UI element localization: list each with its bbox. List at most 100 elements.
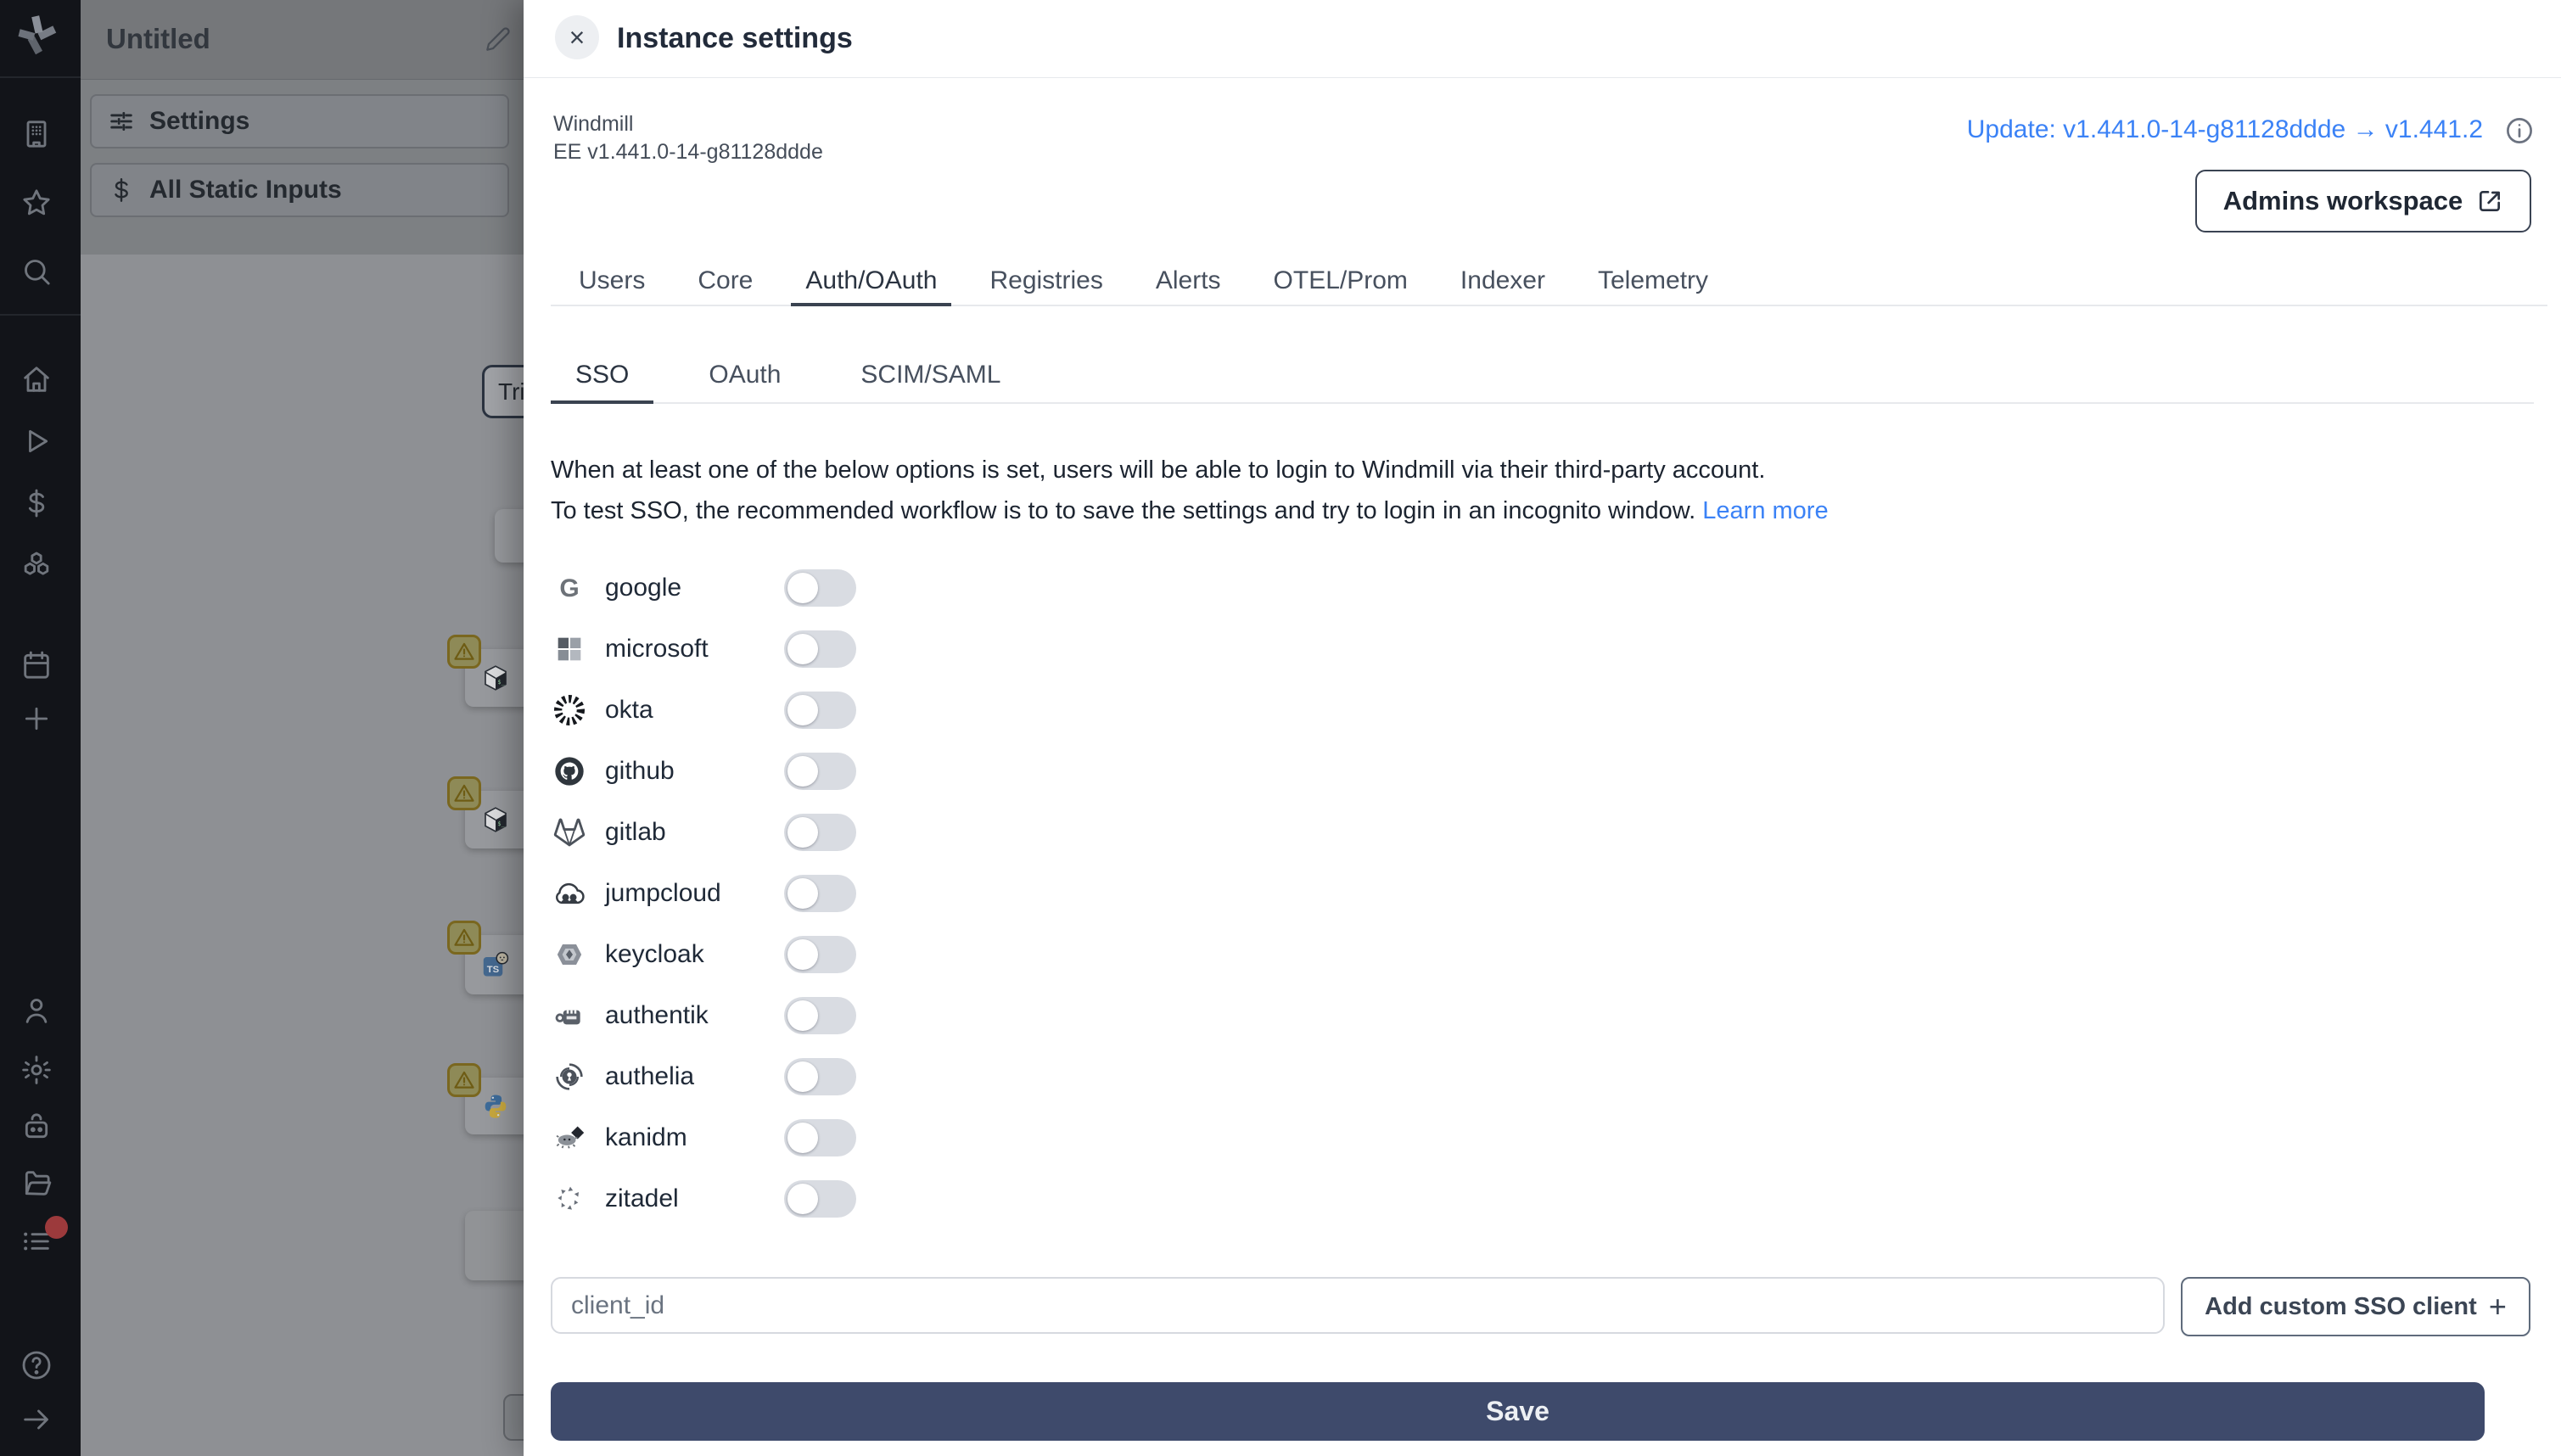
dollar-icon[interactable] bbox=[20, 486, 53, 520]
flow-header: Untitled bbox=[81, 0, 524, 80]
flow-menu: Settings All Static Inputs bbox=[81, 80, 524, 255]
gitlab-label: gitlab bbox=[605, 818, 666, 846]
sliders-icon bbox=[107, 107, 136, 136]
jumpcloud-toggle[interactable] bbox=[784, 875, 856, 912]
microsoft-toggle[interactable] bbox=[784, 630, 856, 668]
app-name: Windmill bbox=[553, 112, 634, 136]
authelia-toggle[interactable] bbox=[784, 1058, 856, 1095]
keycloak-icon bbox=[551, 936, 588, 973]
toggle-knob bbox=[787, 1123, 818, 1153]
toggle-knob bbox=[787, 695, 818, 725]
dollar-icon bbox=[107, 176, 136, 204]
flow-node-card[interactable] bbox=[465, 1211, 524, 1280]
help-icon[interactable] bbox=[20, 1348, 53, 1382]
flow-trigger-button[interactable]: Trigg bbox=[482, 365, 524, 418]
plus-icon: + bbox=[2488, 1289, 2507, 1324]
okta-toggle[interactable] bbox=[784, 692, 856, 729]
kanidm-toggle[interactable] bbox=[784, 1119, 856, 1156]
edition-version: EE v1.441.0-14-g81128ddde bbox=[553, 140, 823, 164]
sso-provider-row: zitadel bbox=[551, 1168, 1484, 1229]
all-static-inputs-button[interactable]: All Static Inputs bbox=[90, 163, 509, 217]
toggle-knob bbox=[787, 939, 818, 970]
microsoft-label: microsoft bbox=[605, 635, 709, 663]
github-toggle[interactable] bbox=[784, 753, 856, 790]
keycloak-toggle[interactable] bbox=[784, 936, 856, 973]
settings-tabs: Users Core Auth/OAuth Registries Alerts OTEL/… bbox=[551, 259, 2547, 306]
home-icon[interactable] bbox=[20, 362, 53, 396]
robot-icon[interactable] bbox=[20, 1110, 53, 1144]
tab-telemetry[interactable]: Telemetry bbox=[1583, 259, 1723, 306]
gear-icon[interactable] bbox=[20, 1053, 53, 1087]
windmill-logo-icon bbox=[12, 10, 61, 59]
learn-more-link[interactable]: Learn more bbox=[1702, 497, 1828, 524]
google-toggle[interactable] bbox=[784, 569, 856, 607]
calendar-icon[interactable] bbox=[20, 648, 53, 682]
version-block: Windmill EE v1.441.0-14-g81128ddde bbox=[553, 110, 823, 166]
subtab-sso[interactable]: SSO bbox=[551, 350, 654, 404]
sso-provider-row: kanidm bbox=[551, 1107, 1484, 1168]
search-icon[interactable] bbox=[20, 255, 53, 288]
keycloak-label: keycloak bbox=[605, 940, 704, 968]
github-label: github bbox=[605, 757, 675, 785]
authentik-toggle[interactable] bbox=[784, 997, 856, 1034]
edit-title-pencil-icon[interactable] bbox=[485, 25, 512, 53]
collapse-flow-button[interactable] bbox=[503, 1394, 524, 1441]
play-icon[interactable] bbox=[20, 424, 53, 458]
info-icon[interactable] bbox=[2503, 115, 2536, 147]
close-icon[interactable]: × bbox=[555, 15, 599, 59]
flow-editor-panel: Untitled Settings All Static Inputs Trig… bbox=[81, 0, 524, 1456]
jumpcloud-icon bbox=[551, 875, 588, 912]
cubes-icon[interactable] bbox=[20, 548, 53, 582]
svg-text:$_: $_ bbox=[497, 820, 505, 827]
add-custom-sso-client-button[interactable]: Add custom SSO client + bbox=[2181, 1277, 2530, 1336]
toggle-knob bbox=[787, 756, 818, 787]
warning-icon bbox=[447, 1063, 481, 1097]
toggle-knob bbox=[787, 1184, 818, 1214]
zitadel-toggle[interactable] bbox=[784, 1180, 856, 1218]
sso-provider-row: authentik bbox=[551, 985, 1484, 1046]
sso-provider-row: jumpcloud bbox=[551, 863, 1484, 924]
toggle-knob bbox=[787, 1000, 818, 1031]
subtab-scim-saml[interactable]: SCIM/SAML bbox=[836, 350, 1025, 404]
tab-registries[interactable]: Registries bbox=[975, 259, 1117, 306]
tab-auth-oauth[interactable]: Auth/OAuth bbox=[791, 259, 952, 306]
flow-settings-button[interactable]: Settings bbox=[90, 94, 509, 148]
save-button[interactable]: Save bbox=[551, 1382, 2485, 1441]
svg-text:$_: $_ bbox=[497, 679, 505, 686]
sidebar bbox=[0, 0, 81, 1456]
tab-alerts[interactable]: Alerts bbox=[1141, 259, 1236, 306]
sso-provider-row: Ggoogle bbox=[551, 557, 1484, 619]
building-icon[interactable] bbox=[20, 117, 53, 151]
tab-indexer[interactable]: Indexer bbox=[1446, 259, 1560, 306]
google-icon: G bbox=[551, 569, 588, 607]
flow-node-card[interactable] bbox=[495, 509, 524, 563]
google-label: google bbox=[605, 574, 682, 602]
plus-icon[interactable] bbox=[20, 702, 53, 736]
warning-icon bbox=[447, 635, 481, 669]
gitlab-toggle[interactable] bbox=[784, 814, 856, 851]
admins-workspace-button[interactable]: Admins workspace bbox=[2195, 170, 2531, 232]
authentik-icon bbox=[551, 997, 588, 1034]
user-icon[interactable] bbox=[20, 994, 53, 1028]
tab-core[interactable]: Core bbox=[683, 259, 767, 306]
toggle-knob bbox=[787, 878, 818, 909]
warning-icon bbox=[447, 776, 481, 810]
svg-text:TS: TS bbox=[487, 965, 500, 975]
notification-dot bbox=[45, 1216, 68, 1239]
arrow-right-icon[interactable] bbox=[20, 1403, 53, 1436]
update-link[interactable]: Update: v1.441.0-14-g81128ddde → v1.441.… bbox=[1967, 113, 2483, 147]
folder-icon[interactable] bbox=[20, 1167, 53, 1201]
toggle-knob bbox=[787, 817, 818, 848]
ts-bun-icon: TS bbox=[480, 949, 511, 980]
tab-otel-prom[interactable]: OTEL/Prom bbox=[1259, 259, 1422, 306]
star-icon[interactable] bbox=[20, 186, 53, 220]
authelia-label: authelia bbox=[605, 1062, 695, 1090]
instance-settings-drawer: × Instance settings Windmill EE v1.441.0… bbox=[524, 0, 2561, 1456]
subtab-oauth[interactable]: OAuth bbox=[684, 350, 805, 404]
zitadel-icon bbox=[551, 1180, 588, 1218]
client-id-input[interactable] bbox=[551, 1277, 2165, 1334]
python-icon bbox=[480, 1091, 511, 1122]
toggle-knob bbox=[787, 1061, 818, 1092]
all-static-inputs-label: All Static Inputs bbox=[149, 176, 342, 204]
tab-users[interactable]: Users bbox=[564, 259, 659, 306]
